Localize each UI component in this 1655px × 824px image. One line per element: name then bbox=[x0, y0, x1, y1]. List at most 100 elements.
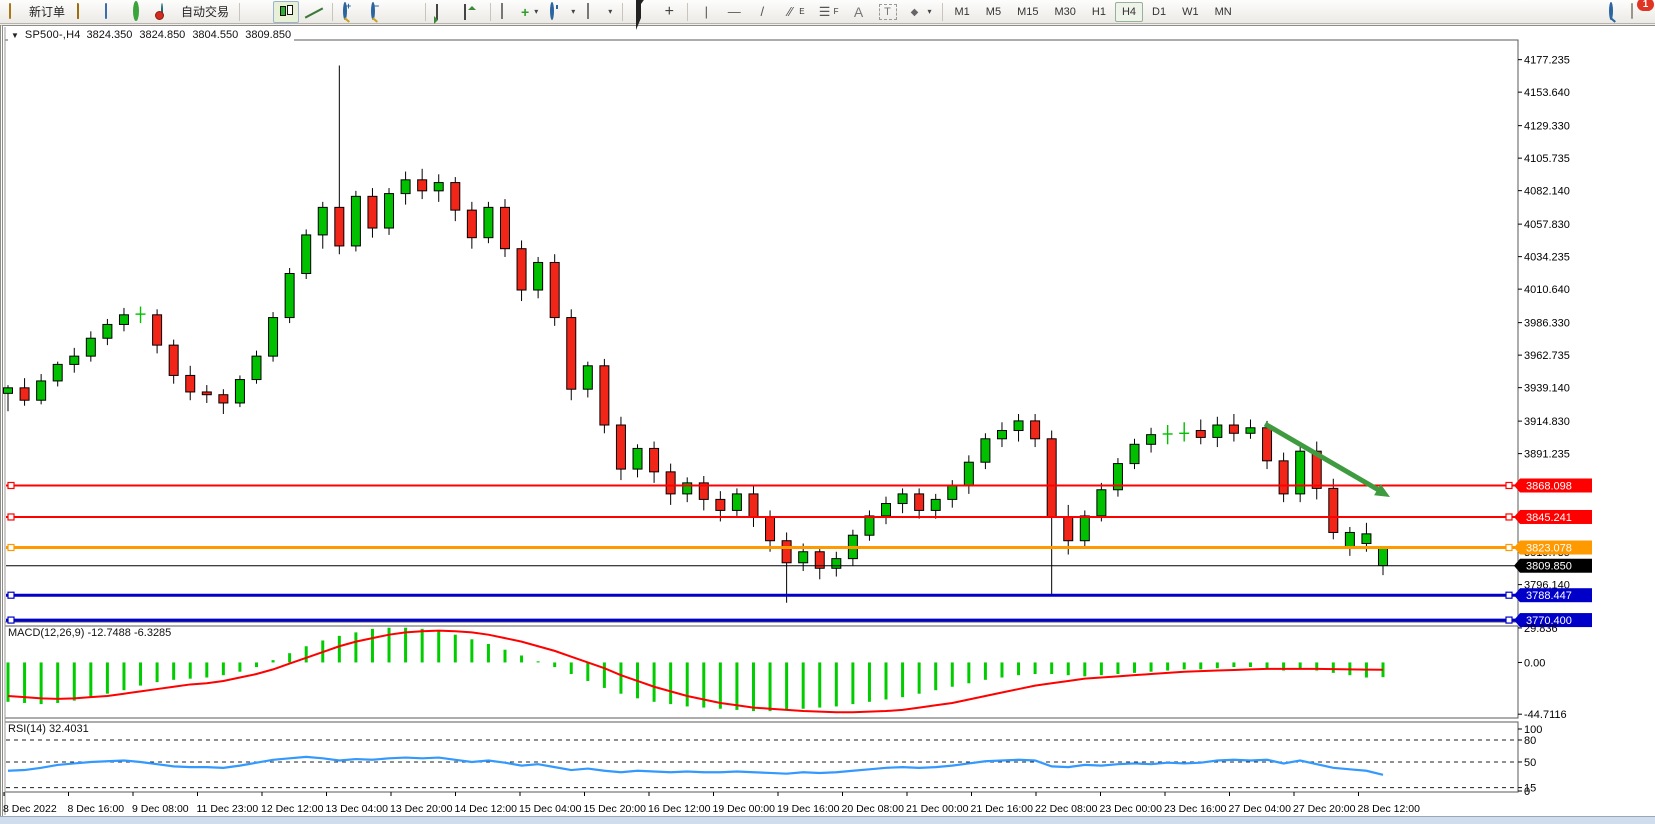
x-axis-label: 27 Dec 20:00 bbox=[1293, 803, 1356, 815]
auto-trading-button[interactable]: 自动交易 bbox=[156, 1, 234, 23]
price-tag-label: 3788.447 bbox=[1526, 590, 1572, 602]
bull-candle bbox=[385, 194, 394, 228]
bull-candle bbox=[484, 207, 493, 237]
auto-trading-label: 自动交易 bbox=[181, 3, 229, 20]
chevron-down-icon[interactable]: ▼ bbox=[11, 31, 19, 40]
notifications-icon[interactable]: 1 bbox=[1631, 4, 1647, 20]
line-handle bbox=[8, 545, 14, 551]
bull-candle bbox=[799, 552, 808, 563]
cursor-tool-button[interactable] bbox=[628, 1, 654, 23]
text-tool-button[interactable]: A bbox=[846, 1, 872, 23]
bull-candle bbox=[434, 183, 443, 191]
timeframe-button-m1[interactable]: M1 bbox=[948, 2, 977, 22]
timeframe-button-m5[interactable]: M5 bbox=[979, 2, 1008, 22]
bull-candle bbox=[1345, 532, 1354, 547]
open-value: 3824.350 bbox=[87, 29, 133, 41]
line-handle bbox=[1506, 617, 1512, 623]
new-order-icon bbox=[9, 4, 25, 20]
crosshair-tool-button[interactable]: + bbox=[656, 1, 682, 23]
chart-canvas[interactable]: 4177.2354153.6404129.3304105.7354082.140… bbox=[0, 0, 1655, 823]
fibonacci-tool-button[interactable]: ☰F bbox=[812, 1, 844, 23]
bull-candle bbox=[1014, 421, 1023, 431]
x-axis-label: 23 Dec 16:00 bbox=[1164, 803, 1227, 815]
rsi-axis-label: 50 bbox=[1524, 757, 1536, 769]
market-watch-icon bbox=[77, 4, 93, 20]
bull-candle bbox=[4, 388, 13, 394]
text-icon: A bbox=[851, 4, 867, 20]
timeframe-button-d1[interactable]: D1 bbox=[1145, 2, 1173, 22]
bear-candle bbox=[650, 448, 659, 471]
horizontal-line-icon: — bbox=[726, 4, 742, 20]
hline-tool-button[interactable]: — bbox=[721, 1, 747, 23]
macd-axis-label: 29.836 bbox=[1524, 623, 1558, 635]
x-axis-label: 23 Dec 00:00 bbox=[1100, 803, 1163, 815]
notification-badge: 1 bbox=[1637, 0, 1654, 11]
zoom-in-button[interactable]: + bbox=[338, 1, 364, 23]
x-axis-label: 28 Dec 12:00 bbox=[1358, 803, 1421, 815]
bull-candle bbox=[1379, 548, 1388, 566]
timeframe-button-m30[interactable]: M30 bbox=[1047, 2, 1082, 22]
chart-title[interactable]: ▼ SP500-,H4 3824.350 3824.850 3804.550 3… bbox=[8, 29, 294, 41]
terminal-button[interactable] bbox=[100, 1, 126, 23]
market-watch-button[interactable] bbox=[72, 1, 98, 23]
line-chart-mode-button[interactable] bbox=[301, 1, 327, 23]
price-tick-label: 4129.330 bbox=[1524, 121, 1570, 133]
new-order-button[interactable]: 新订单 bbox=[4, 1, 70, 23]
price-tick-label: 3914.830 bbox=[1524, 416, 1570, 428]
trendline-tool-button[interactable]: / bbox=[749, 1, 775, 23]
low-value: 3804.550 bbox=[192, 29, 238, 41]
timeframe-button-h4[interactable]: H4 bbox=[1115, 2, 1143, 22]
timeframe-button-mn[interactable]: MN bbox=[1208, 2, 1239, 22]
x-axis-label: 8 Dec 16:00 bbox=[68, 803, 125, 815]
macd-label: MACD(12,26,9) -12.7488 -6.3285 bbox=[8, 627, 171, 639]
panel-frame bbox=[5, 626, 1518, 718]
bull-candle bbox=[832, 559, 841, 569]
timeframe-button-h1[interactable]: H1 bbox=[1085, 2, 1113, 22]
bar-chart-mode-button[interactable] bbox=[245, 1, 271, 23]
auto-scroll-button[interactable] bbox=[431, 1, 457, 23]
x-axis-label: 27 Dec 04:00 bbox=[1229, 803, 1292, 815]
macd-axis-label: -44.7116 bbox=[1524, 709, 1567, 721]
new-chart-button[interactable]: +▾ bbox=[496, 1, 543, 23]
bull-candle bbox=[882, 504, 891, 516]
fibonacci-sub-label: F bbox=[834, 7, 839, 16]
candlestick-mode-button[interactable] bbox=[273, 1, 299, 23]
toolbar-separator bbox=[239, 3, 240, 21]
tile-windows-button[interactable] bbox=[394, 1, 420, 23]
label-tool-button[interactable]: T bbox=[874, 1, 900, 23]
macd-signal-value: -6.3285 bbox=[134, 627, 171, 639]
shapes-tool-button[interactable]: ◆▾ bbox=[902, 1, 937, 23]
vline-tool-button[interactable]: | bbox=[693, 1, 719, 23]
symbol-period-label: SP500-,H4 bbox=[25, 29, 81, 41]
bull-candle bbox=[37, 381, 46, 400]
price-tick-label: 3939.140 bbox=[1524, 383, 1570, 395]
bull-candle bbox=[964, 462, 973, 485]
bear-candle bbox=[666, 472, 675, 494]
panel-frame bbox=[5, 40, 1518, 622]
toolbar-separator bbox=[942, 3, 943, 21]
line-handle bbox=[8, 592, 14, 598]
periods-button[interactable]: ▾ bbox=[545, 1, 580, 23]
bull-candle bbox=[302, 235, 311, 274]
x-axis-label: 21 Dec 00:00 bbox=[906, 803, 969, 815]
x-axis-label: 19 Dec 16:00 bbox=[777, 803, 840, 815]
zoom-out-button[interactable]: − bbox=[366, 1, 392, 23]
timeframe-button-w1[interactable]: W1 bbox=[1175, 2, 1206, 22]
x-axis-label: 11 Dec 23:00 bbox=[197, 803, 259, 815]
bull-candle bbox=[1147, 435, 1156, 445]
line-handle bbox=[8, 482, 14, 488]
bear-candle bbox=[1196, 431, 1205, 438]
line-handle bbox=[1506, 482, 1512, 488]
bear-candle bbox=[567, 318, 576, 390]
bull-candle bbox=[53, 364, 62, 381]
timeframe-button-m15[interactable]: M15 bbox=[1010, 2, 1045, 22]
chart-shift-button[interactable] bbox=[459, 1, 485, 23]
bear-candle bbox=[915, 494, 924, 511]
templates-button[interactable]: ▾ bbox=[582, 1, 617, 23]
chevron-down-icon: ▾ bbox=[534, 7, 538, 16]
channel-tool-button[interactable]: ⁄⁄E bbox=[777, 1, 809, 23]
signals-button[interactable] bbox=[128, 1, 154, 23]
x-axis-label: 13 Dec 20:00 bbox=[390, 803, 453, 815]
bear-candle bbox=[219, 395, 228, 403]
search-icon[interactable] bbox=[1609, 4, 1625, 20]
